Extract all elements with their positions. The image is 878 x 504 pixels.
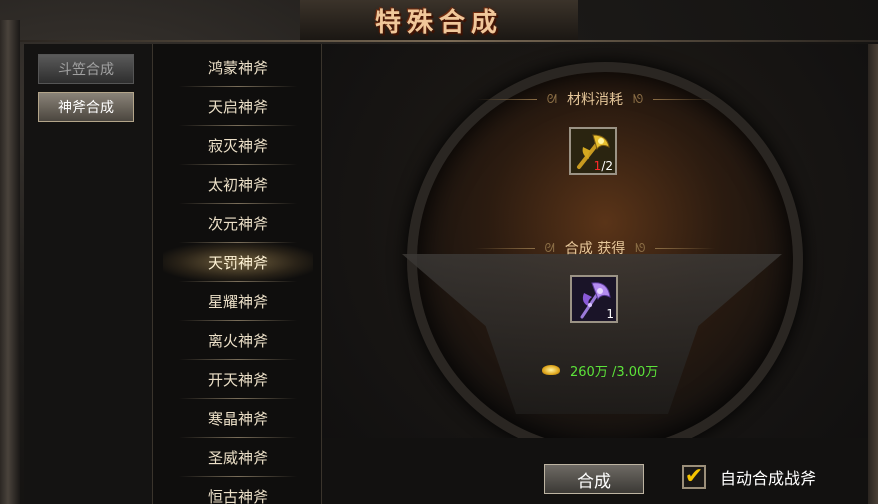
- list-item-label: 圣威神斧: [207, 448, 268, 467]
- ornament-icon: ᘛ: [544, 240, 555, 255]
- tab-shenfu[interactable]: 神斧合成: [38, 92, 134, 122]
- list-item-selected[interactable]: 天罚神斧: [163, 243, 313, 281]
- list-item-label: 离火神斧: [207, 331, 268, 350]
- ornament-line: [474, 247, 535, 249]
- cost-text: 260万 /3.00万: [570, 364, 659, 380]
- material-count: 1/2: [594, 159, 613, 173]
- list-item[interactable]: 寂灭神斧: [163, 126, 313, 164]
- list-item[interactable]: 次元神斧: [163, 204, 313, 242]
- tab-shenfu-label: 神斧合成: [58, 100, 114, 116]
- list-item[interactable]: 离火神斧: [163, 321, 313, 359]
- auto-synthesize-checkbox[interactable]: ✔: [682, 465, 706, 489]
- ornament-icon: ᘚ: [633, 91, 644, 106]
- ornament-icon: ᘚ: [635, 240, 646, 255]
- list-item-label: 太初神斧: [207, 175, 268, 194]
- result-title-text: 合成 获得: [564, 241, 626, 257]
- title-divider: [20, 40, 878, 42]
- list-item-label: 天罚神斧: [207, 253, 268, 272]
- list-item[interactable]: 恒古神斧: [163, 477, 313, 504]
- result-slot[interactable]: 1: [570, 275, 618, 323]
- axe-list: 鸿蒙神斧 天启神斧 寂灭神斧 太初神斧 次元神斧 天罚神斧 星耀神斧 离火神斧 …: [153, 44, 322, 504]
- frame-dragon-ornament: [0, 20, 20, 504]
- result-title: ᘛ 合成 获得 ᘚ: [322, 237, 868, 259]
- materials-title: ᘛ 材料消耗 ᘚ: [322, 88, 868, 110]
- ornament-line: [653, 98, 714, 100]
- list-item[interactable]: 星耀神斧: [163, 282, 313, 320]
- list-item[interactable]: 鸿蒙神斧: [163, 48, 313, 86]
- list-item-label: 开天神斧: [207, 370, 268, 389]
- window-title: 特殊合成: [374, 7, 503, 38]
- list-item[interactable]: 天启神斧: [163, 87, 313, 125]
- checkmark-icon: ✔: [684, 464, 704, 489]
- category-tabs: 斗笠合成 神斧合成: [24, 44, 153, 504]
- cost-display: 260万 /3.00万: [542, 360, 658, 380]
- auto-synthesize-label: 自动合成战斧: [720, 469, 817, 488]
- ornament-line: [476, 98, 537, 100]
- ornament-line: [655, 247, 716, 249]
- action-bar: 合成 ✔ 自动合成战斧: [322, 438, 868, 504]
- frame-right-edge: [868, 44, 878, 504]
- list-item[interactable]: 开天神斧: [163, 360, 313, 398]
- tab-douli[interactable]: 斗笠合成: [38, 54, 134, 84]
- auto-synthesize-toggle[interactable]: ✔ 自动合成战斧: [682, 462, 842, 492]
- list-item-label: 次元神斧: [207, 214, 268, 233]
- material-slot[interactable]: 1/2: [569, 127, 617, 175]
- synthesis-panel: ᘛ 材料消耗 ᘚ 1/2 ᘛ 合成 获得 ᘚ 1 260万 /3.00万: [322, 44, 868, 438]
- list-item-label: 天启神斧: [207, 97, 268, 116]
- result-count: 1: [606, 307, 614, 321]
- list-item[interactable]: 太初神斧: [163, 165, 313, 203]
- synthesize-button[interactable]: 合成: [544, 464, 644, 494]
- title-bar: 特殊合成: [300, 0, 578, 41]
- list-item[interactable]: 寒晶神斧: [163, 399, 313, 437]
- materials-title-text: 材料消耗: [567, 92, 623, 108]
- list-item-label: 星耀神斧: [207, 292, 268, 311]
- gold-ingot-icon: [542, 365, 560, 375]
- synthesize-button-label: 合成: [577, 471, 611, 492]
- tab-douli-label: 斗笠合成: [58, 62, 114, 78]
- list-item[interactable]: 圣威神斧: [163, 438, 313, 476]
- ornament-icon: ᘛ: [546, 91, 557, 106]
- list-item-label: 鸿蒙神斧: [207, 58, 268, 77]
- list-item-label: 恒古神斧: [207, 487, 268, 504]
- material-need-count: /2: [601, 159, 613, 173]
- list-item-label: 寂灭神斧: [207, 136, 268, 155]
- list-item-label: 寒晶神斧: [207, 409, 268, 428]
